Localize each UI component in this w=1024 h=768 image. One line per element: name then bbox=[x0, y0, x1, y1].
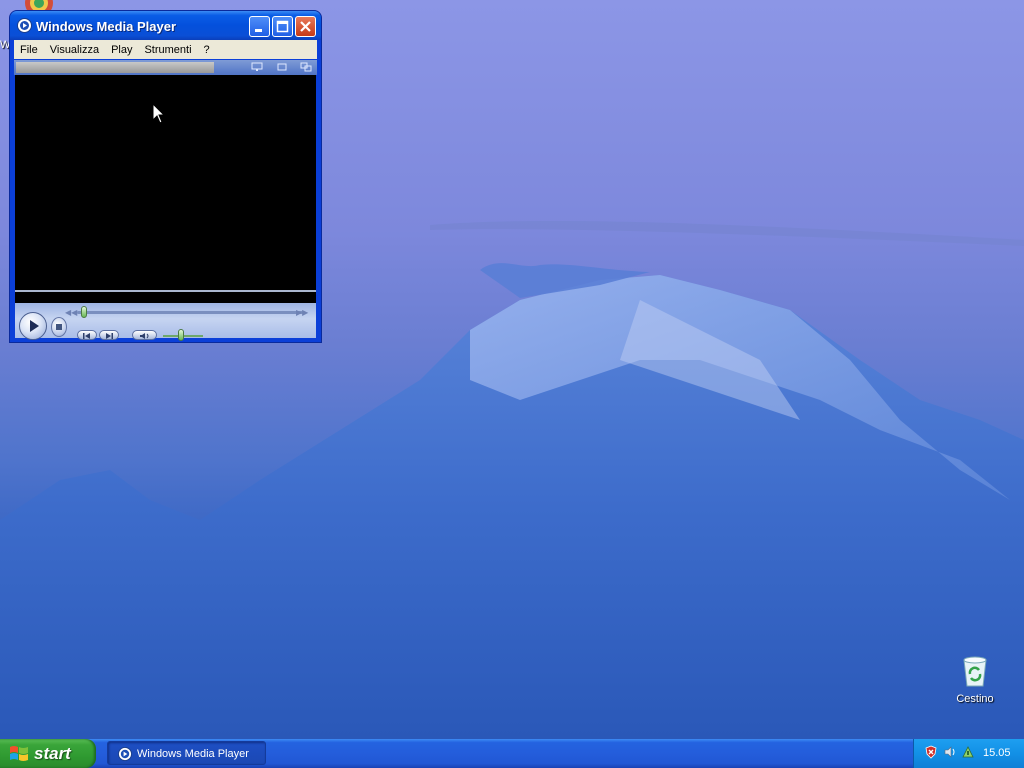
menu-bar: File Visualizza Play Strumenti ? bbox=[14, 40, 317, 59]
status-bar bbox=[15, 292, 316, 303]
minimize-icon bbox=[255, 29, 262, 32]
next-button[interactable] bbox=[99, 330, 119, 340]
system-tray: 15.05 bbox=[913, 739, 1024, 768]
stop-icon bbox=[56, 324, 62, 330]
toolbar-strip bbox=[14, 60, 317, 75]
seek-thumb[interactable] bbox=[81, 306, 87, 318]
play-icon bbox=[30, 320, 39, 332]
security-shield-icon[interactable] bbox=[924, 745, 938, 759]
menu-play[interactable]: Play bbox=[105, 44, 138, 56]
fullscreen-icon[interactable] bbox=[276, 62, 288, 72]
maximize-button[interactable] bbox=[272, 16, 293, 37]
previous-button[interactable] bbox=[77, 330, 97, 340]
mouse-cursor-icon bbox=[152, 103, 166, 124]
start-button[interactable]: start bbox=[0, 739, 96, 768]
mute-button[interactable] bbox=[132, 330, 157, 340]
volume-tray-icon[interactable] bbox=[943, 745, 957, 759]
taskbar-item-label: Windows Media Player bbox=[137, 748, 249, 760]
close-icon bbox=[300, 21, 311, 32]
window-title: Windows Media Player bbox=[36, 19, 177, 34]
skin-mode-icon[interactable] bbox=[300, 62, 312, 72]
network-tray-icon[interactable] bbox=[961, 745, 975, 759]
speaker-icon bbox=[140, 333, 149, 339]
maximize-icon bbox=[276, 20, 289, 33]
title-bar[interactable]: Windows Media Player bbox=[10, 11, 321, 40]
info-bar bbox=[16, 62, 214, 73]
recycle-bin-label: Cestino bbox=[956, 693, 994, 705]
stop-button[interactable] bbox=[51, 317, 67, 337]
playback-controls: ◀◀ ▶▶ bbox=[15, 303, 316, 341]
start-label: start bbox=[34, 744, 71, 763]
minimize-button[interactable] bbox=[249, 16, 270, 37]
windows-logo-icon bbox=[10, 746, 28, 761]
previous-icon bbox=[83, 333, 90, 339]
play-button[interactable] bbox=[19, 312, 47, 340]
recycle-bin-icon bbox=[963, 656, 987, 687]
display-mode-icon[interactable] bbox=[251, 62, 263, 72]
fast-forward-icon: ▶▶ bbox=[296, 308, 309, 317]
menu-view[interactable]: Visualizza bbox=[44, 44, 105, 56]
menu-help[interactable]: ? bbox=[198, 44, 216, 56]
volume-slider[interactable] bbox=[178, 329, 184, 341]
seek-bar[interactable] bbox=[77, 311, 303, 314]
menu-tools[interactable]: Strumenti bbox=[138, 44, 197, 56]
rewind-icon: ◀◀ bbox=[65, 308, 78, 317]
media-player-icon bbox=[118, 747, 132, 761]
clock: 15.05 bbox=[983, 747, 1011, 759]
media-player-window[interactable]: Windows Media Player File Visualizza Pla… bbox=[10, 11, 321, 342]
recycle-bin[interactable]: Cestino bbox=[946, 656, 1004, 705]
taskbar: start Windows Media Player 15.05 bbox=[0, 739, 1024, 768]
close-button[interactable] bbox=[295, 16, 316, 37]
desktop-icon-label: W bbox=[0, 39, 11, 51]
menu-file[interactable]: File bbox=[14, 44, 44, 56]
taskbar-item-media-player[interactable]: Windows Media Player bbox=[107, 741, 266, 765]
media-player-icon bbox=[17, 18, 32, 33]
next-icon bbox=[106, 333, 113, 339]
